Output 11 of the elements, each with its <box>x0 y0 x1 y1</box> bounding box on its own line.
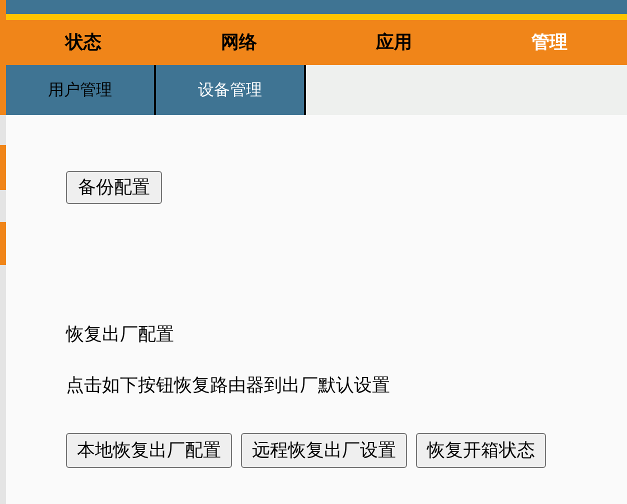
sub-tab[interactable]: 用户管理 <box>6 65 156 115</box>
sub-tab[interactable]: 设备管理 <box>156 65 306 115</box>
reset-button[interactable]: 本地恢复出厂配置 <box>66 433 232 468</box>
description-text: 点击如下按钮恢复路由器到出厂默认设置 <box>66 374 391 398</box>
section-title: 恢复出厂配置 <box>66 323 175 347</box>
nav-tab[interactable]: 应用 <box>316 20 472 65</box>
nav-tab[interactable]: 状态 <box>6 20 162 65</box>
nav-tab[interactable]: 网络 <box>161 20 316 65</box>
backup-button[interactable]: 备份配置 <box>66 171 162 204</box>
reset-button[interactable]: 恢复开箱状态 <box>416 433 546 468</box>
reset-button[interactable]: 远程恢复出厂设置 <box>241 433 407 468</box>
